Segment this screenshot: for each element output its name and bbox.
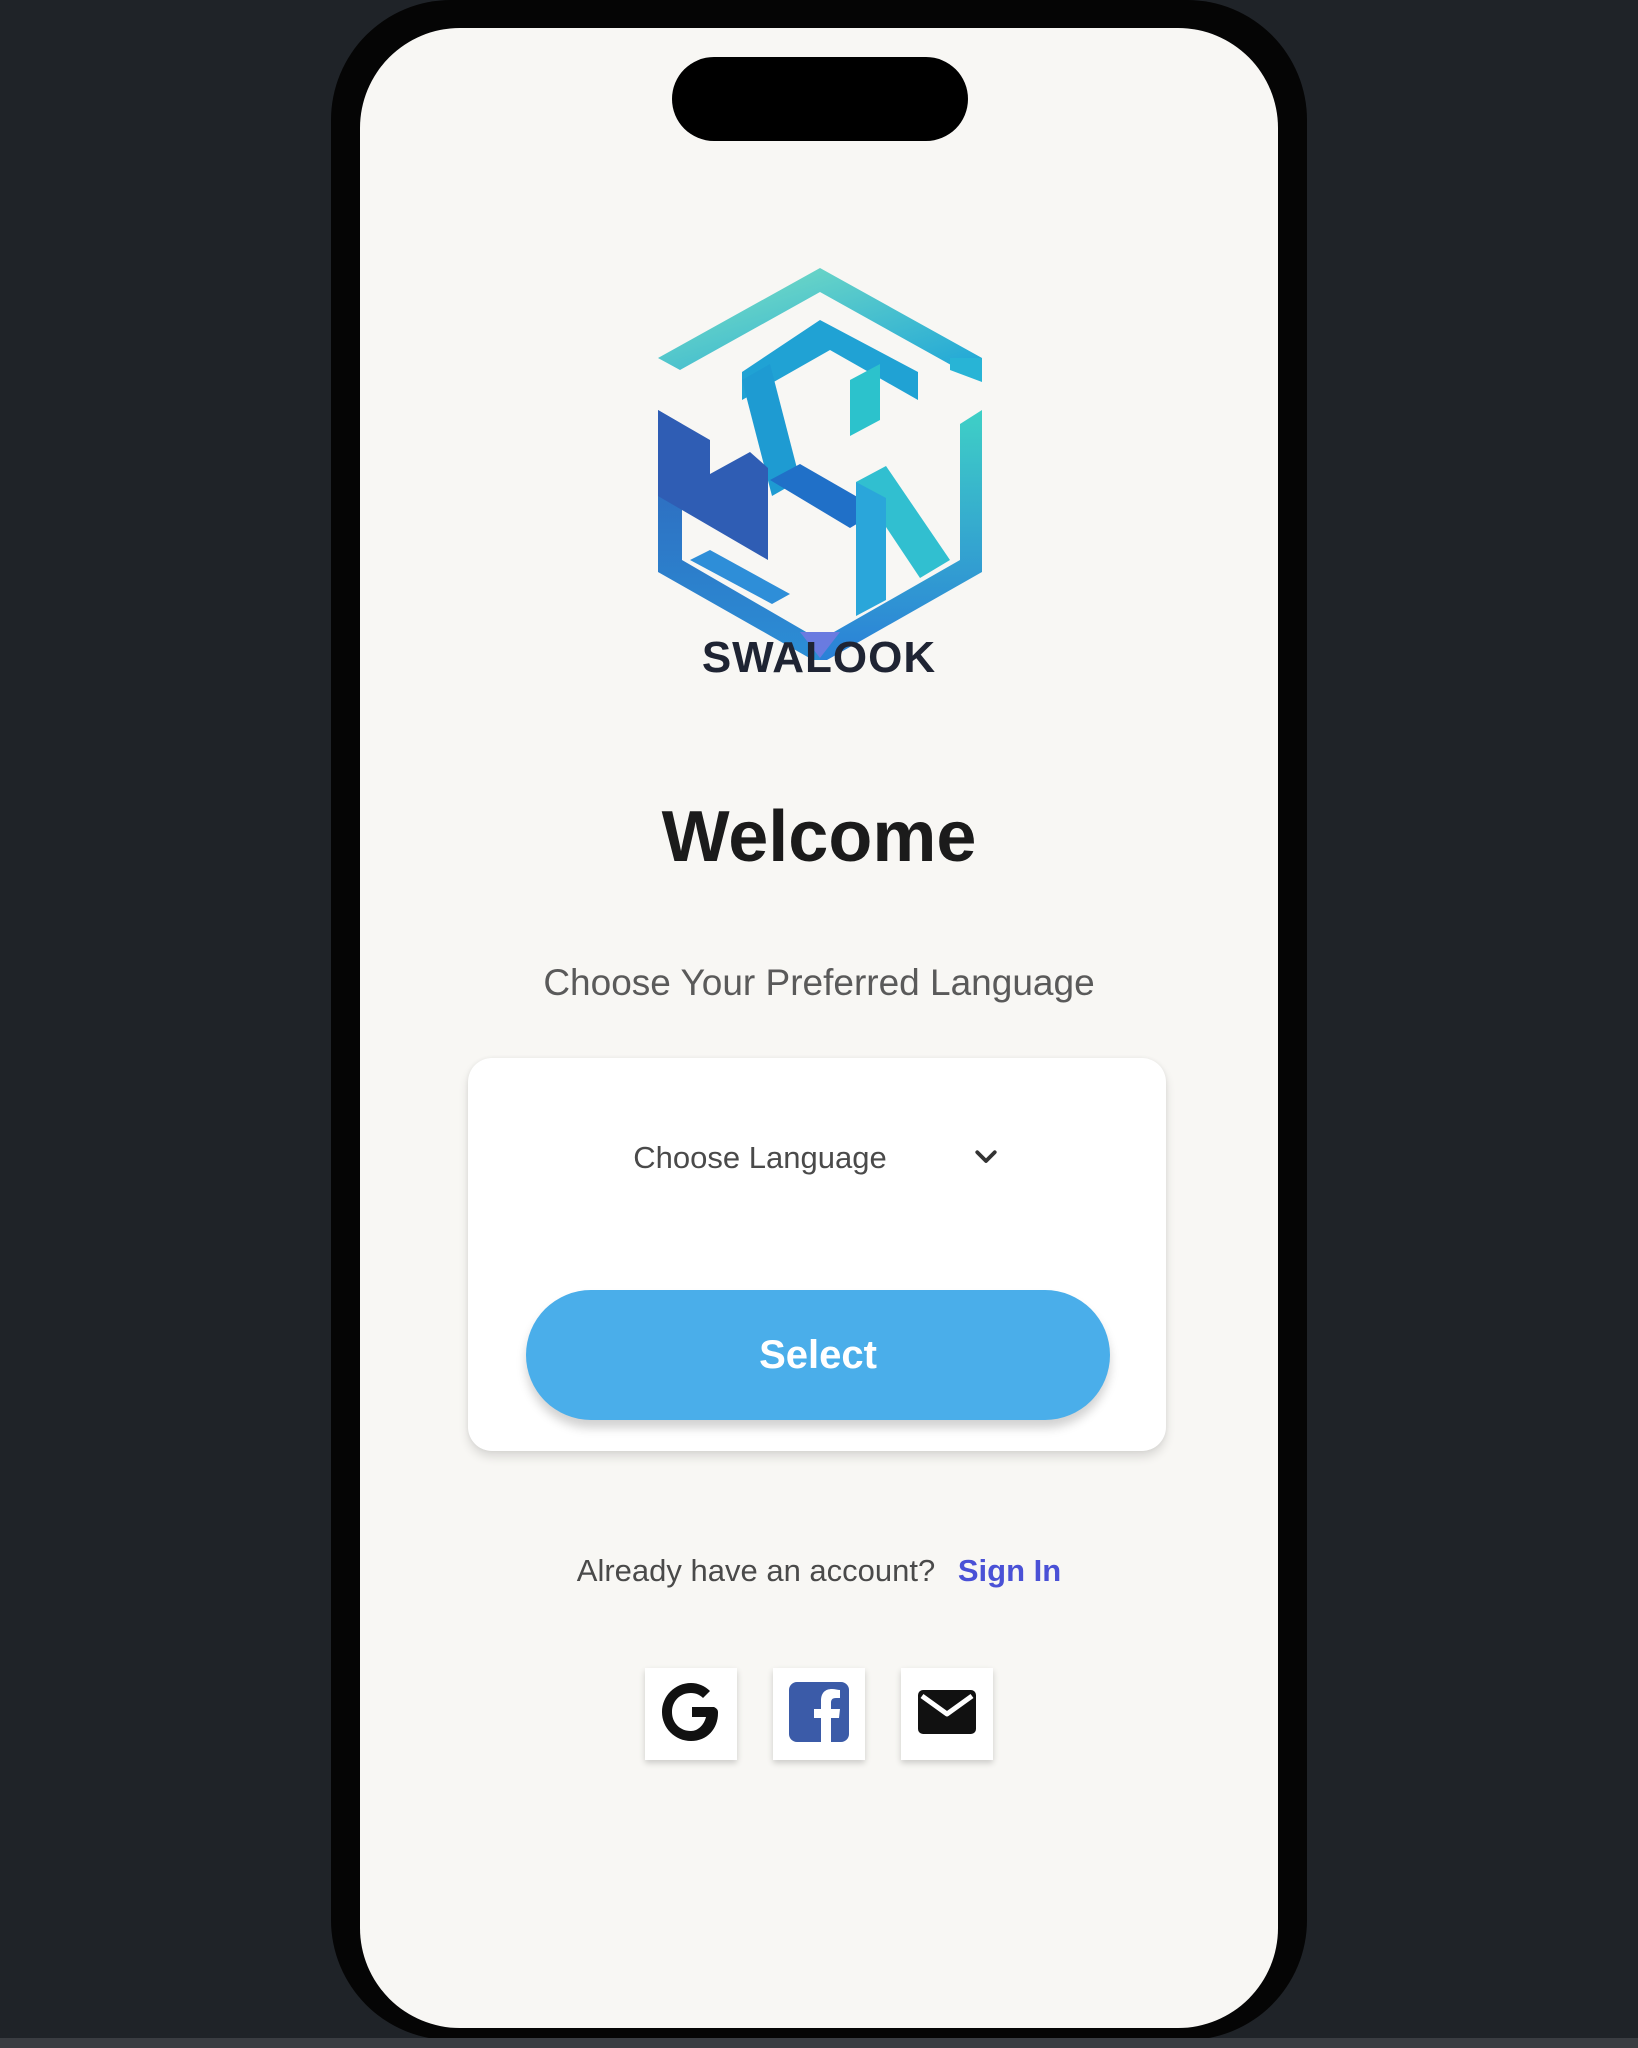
select-button[interactable]: Select: [526, 1290, 1110, 1420]
chevron-down-icon: [971, 1141, 1001, 1176]
screen-stage: SWALOOK Welcome Choose Your Preferred La…: [0, 0, 1638, 2048]
mail-icon: [916, 1688, 978, 1741]
email-login-button[interactable]: [901, 1668, 993, 1760]
swalook-logo-icon: [650, 260, 990, 664]
account-prompt: Already have an account?: [576, 1553, 936, 1588]
social-login-row: [360, 1668, 1278, 1760]
account-row: Already have an account? Sign In: [360, 1553, 1278, 1589]
sign-in-link[interactable]: Sign In: [958, 1553, 1061, 1588]
google-login-button[interactable]: [645, 1668, 737, 1760]
brand-name: SWALOOK: [701, 633, 937, 682]
page-title: Welcome: [661, 797, 977, 877]
page-subtitle: Choose Your Preferred Language: [543, 962, 1095, 1003]
phone-screen: SWALOOK Welcome Choose Your Preferred La…: [360, 28, 1278, 2028]
language-select[interactable]: Choose Language: [468, 1118, 1166, 1198]
dynamic-island: [672, 57, 968, 141]
google-icon: [656, 1677, 726, 1752]
language-select-label: Choose Language: [633, 1140, 887, 1175]
facebook-icon: [787, 1680, 851, 1749]
taskbar-strip: [0, 2038, 1638, 2048]
language-card: Choose Language Select: [468, 1058, 1166, 1451]
facebook-login-button[interactable]: [773, 1668, 865, 1760]
